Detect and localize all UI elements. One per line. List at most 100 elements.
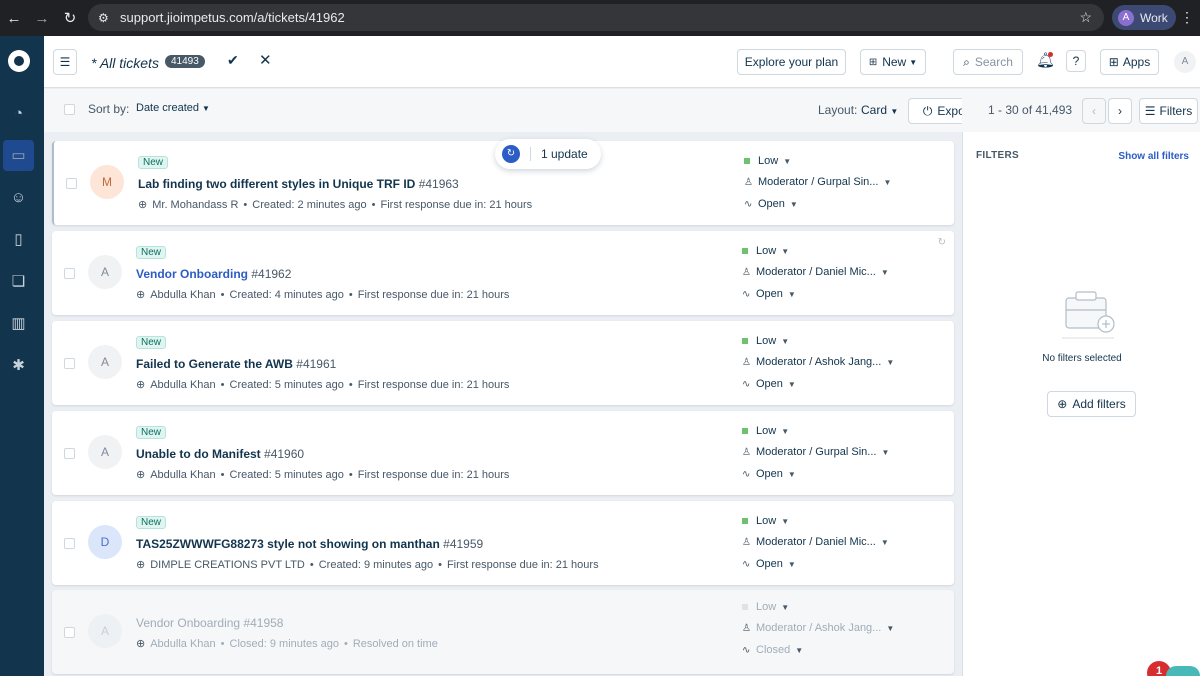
new-button[interactable]: ⊞ New ▼ (860, 49, 926, 75)
group-agent-dropdown[interactable]: ♙ Moderator / Ashok Jang... ▼ (742, 356, 894, 368)
ticket-subject[interactable]: Unable to do Manifest (136, 447, 261, 461)
ticket-subject[interactable]: Vendor Onboarding (136, 616, 240, 630)
group-agent-dropdown[interactable]: ♙ Moderator / Ashok Jang... ▼ (742, 622, 894, 634)
url-text[interactable]: support.jioimpetus.com/a/tickets/41962 (120, 10, 345, 25)
priority-value: Low (756, 425, 777, 437)
priority-dropdown[interactable]: Low ▼ (744, 155, 791, 167)
collapse-views-button[interactable]: ☰ (53, 49, 77, 75)
globe-icon: ⊕ (136, 289, 146, 301)
ticket-checkbox[interactable] (64, 627, 75, 638)
show-all-filters-link[interactable]: Show all filters (1118, 151, 1189, 162)
status-dropdown[interactable]: ∿ Open ▼ (742, 558, 796, 570)
priority-value: Low (756, 515, 777, 527)
next-page-button[interactable]: › (1108, 98, 1132, 124)
status-dropdown[interactable]: ∿ Open ▼ (744, 198, 798, 210)
browser-menu-icon[interactable]: ⋮ (1180, 9, 1194, 26)
address-bar[interactable]: ⚙ support.jioimpetus.com/a/tickets/41962… (88, 4, 1104, 31)
back-arrow-icon[interactable]: ← (0, 10, 28, 27)
priority-dropdown[interactable]: Low ▼ (742, 425, 789, 437)
priority-dropdown[interactable]: Low ▼ (742, 335, 789, 347)
ticket-subject-link[interactable]: Unable to do Manifest #41960 (136, 447, 304, 461)
ticket-subject[interactable]: Failed to Generate the AWB (136, 357, 293, 371)
ticket-checkbox[interactable] (66, 178, 77, 189)
agent-icon: ♙ (744, 176, 753, 188)
status-dropdown[interactable]: ∿ Closed ▼ (742, 644, 803, 656)
reports-icon[interactable]: ▥ (3, 308, 34, 339)
updates-label: 1 update (541, 147, 588, 161)
ticket-number: #41959 (443, 537, 484, 551)
close-icon[interactable]: ✕ (259, 51, 272, 69)
bookmark-star-icon[interactable]: ☆ (1079, 9, 1092, 26)
status-dropdown[interactable]: ∿ Open ▼ (742, 378, 796, 390)
chat-widget[interactable] (1166, 666, 1200, 676)
knowledge-base-icon[interactable]: ▯ (3, 224, 34, 255)
help-icon[interactable]: ? (1066, 50, 1086, 72)
status-pulse-icon: ∿ (742, 378, 751, 390)
ticket-checkbox[interactable] (64, 358, 75, 369)
left-sidebar: ◔ ▭ ☺ ▯ ❏ ▥ ✱ (0, 36, 44, 676)
tickets-icon[interactable]: ▭ (3, 140, 34, 171)
ticket-subject[interactable]: Vendor Onboarding (136, 267, 248, 281)
apps-button[interactable]: ⊞ Apps (1100, 49, 1159, 75)
chevron-down-icon: ▼ (202, 104, 210, 113)
ticket-checkbox[interactable] (64, 268, 75, 279)
ticket-subject-link[interactable]: Failed to Generate the AWB #41961 (136, 357, 336, 371)
status-dropdown[interactable]: ∿ Open ▼ (742, 468, 796, 480)
search-button[interactable]: ⌕ Search (953, 49, 1023, 75)
reload-icon[interactable]: ↻ (56, 9, 84, 27)
ticket-card[interactable]: D New TAS25ZWWWFG88273 style not showing… (52, 501, 954, 585)
dashboard-icon[interactable]: ◔ (3, 98, 34, 129)
priority-square-icon (742, 604, 748, 610)
ticket-checkbox[interactable] (64, 448, 75, 459)
separator-dot: • (220, 378, 225, 391)
prev-page-button[interactable]: ‹ (1082, 98, 1106, 124)
check-icon[interactable]: ✔ (227, 52, 239, 69)
add-filters-button[interactable]: ⊕ Add filters (1047, 391, 1136, 417)
site-settings-icon[interactable]: ⚙ (98, 11, 116, 25)
status-dropdown[interactable]: ∿ Open ▼ (742, 288, 796, 300)
requester-avatar: A (88, 614, 122, 648)
requester-avatar: M (90, 165, 124, 199)
contacts-icon[interactable]: ☺ (3, 182, 34, 213)
forward-arrow-icon[interactable]: → (28, 10, 56, 27)
ticket-subject-link[interactable]: TAS25ZWWWFG88273 style not showing on ma… (136, 537, 483, 551)
ticket-subject-link[interactable]: Vendor Onboarding #41958 (136, 616, 283, 630)
ticket-card[interactable]: A Vendor Onboarding #41958 ⊕ Abdulla Kha… (52, 590, 954, 674)
ticket-subject-link[interactable]: Vendor Onboarding #41962 (136, 267, 291, 281)
chevron-down-icon: ▼ (783, 156, 792, 166)
sort-value: Date created (136, 102, 199, 114)
priority-dropdown[interactable]: Low ▼ (742, 601, 789, 613)
sort-dropdown[interactable]: Date created ▼ (136, 102, 210, 114)
ticket-subject[interactable]: Lab finding two different styles in Uniq… (138, 177, 415, 191)
filters-toggle-button[interactable]: ☰ Filters (1139, 98, 1198, 124)
ticket-card[interactable]: A New Failed to Generate the AWB #41961 … (52, 321, 954, 405)
separator-dot: • (220, 288, 225, 301)
app-logo[interactable] (8, 50, 30, 72)
created-time: Created: 9 minutes ago (318, 558, 434, 571)
page-title[interactable]: * All tickets (91, 55, 159, 71)
settings-gear-icon[interactable]: ✱ (3, 350, 34, 381)
chevron-down-icon: ▼ (909, 57, 918, 67)
group-agent-dropdown[interactable]: ♙ Moderator / Daniel Mic... ▼ (742, 536, 889, 548)
status-value: Open (756, 468, 783, 480)
ticket-meta: ⊕ Abdulla Khan • Created: 5 minutes ago … (136, 468, 509, 482)
group-agent-dropdown[interactable]: ♙ Moderator / Daniel Mic... ▼ (742, 266, 889, 278)
layout-dropdown[interactable]: Card ▼ (861, 103, 898, 117)
updates-pill[interactable]: ↻ 1 update (495, 139, 601, 169)
group-agent-dropdown[interactable]: ♙ Moderator / Gurpal Sin... ▼ (744, 176, 891, 188)
ticket-meta: ⊕ DIMPLE CREATIONS PVT LTD • Created: 9 … (136, 558, 599, 572)
ticket-card[interactable]: A New Vendor Onboarding #41962 ⊕ Abdulla… (52, 231, 954, 315)
discussions-icon[interactable]: ❏ (3, 266, 34, 297)
group-agent-dropdown[interactable]: ♙ Moderator / Gurpal Sin... ▼ (742, 446, 889, 458)
response-due: First response due in: 21 hours (357, 378, 510, 391)
ticket-card[interactable]: A New Unable to do Manifest #41960 ⊕ Abd… (52, 411, 954, 495)
profile-chip[interactable]: A Work (1112, 5, 1176, 30)
select-all-checkbox[interactable] (64, 104, 75, 115)
priority-dropdown[interactable]: Low ▼ (742, 245, 789, 257)
ticket-checkbox[interactable] (64, 538, 75, 549)
ticket-subject[interactable]: TAS25ZWWWFG88273 style not showing on ma… (136, 537, 440, 551)
explore-plan-button[interactable]: Explore your plan (737, 49, 846, 75)
priority-dropdown[interactable]: Low ▼ (742, 515, 789, 527)
user-avatar[interactable]: A (1174, 51, 1196, 73)
ticket-subject-link[interactable]: Lab finding two different styles in Uniq… (138, 177, 459, 191)
